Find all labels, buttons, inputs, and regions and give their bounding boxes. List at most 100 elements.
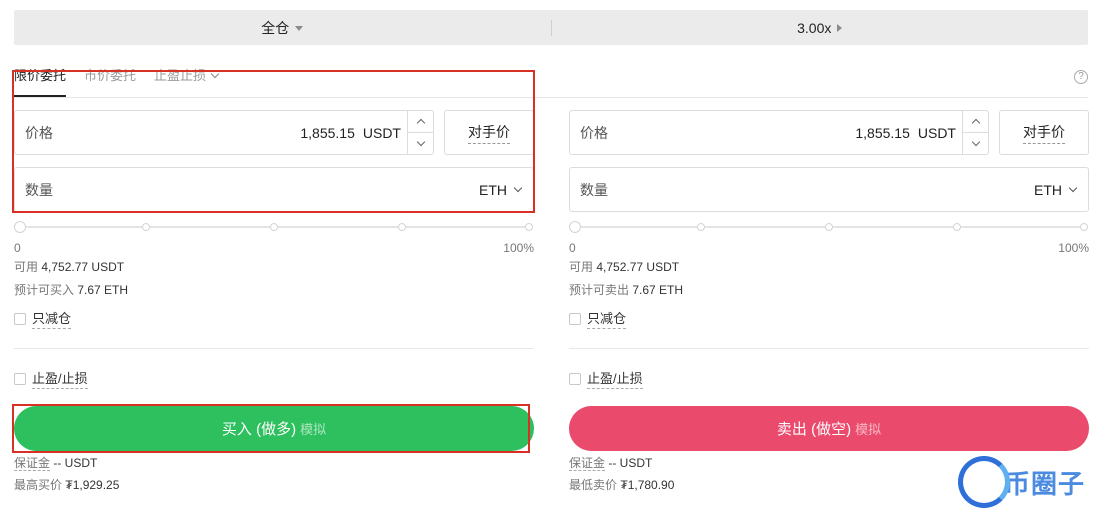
tp-sl-label: 止盈/止损 <box>587 368 643 389</box>
margin-leverage-bar: 全仓 3.00x <box>14 10 1088 45</box>
quantity-unit: ETH <box>479 181 507 198</box>
margin-info: 保证金 -- USDT <box>14 455 534 471</box>
increment-button[interactable] <box>408 111 433 132</box>
price-row: 价格 1,855.15 USDT 对手价 <box>14 110 534 155</box>
caret-right-icon <box>837 23 843 32</box>
available-value: 4,752.77 USDT <box>596 260 680 274</box>
tp-sl-label: 止盈/止损 <box>32 368 88 389</box>
max-buy-value: ₮1,929.25 <box>65 478 120 492</box>
available-label: 可用 <box>569 260 594 274</box>
buy-panel: 价格 1,855.15 USDT 对手价 数量 ETH 0 100% 可用 4,… <box>14 110 534 493</box>
estimated-label: 预计可卖出 <box>569 283 630 297</box>
slider-mark-100[interactable] <box>1080 223 1088 231</box>
price-stepper <box>962 111 988 154</box>
quantity-unit: ETH <box>1034 181 1062 198</box>
margin-value: -- USDT <box>608 456 653 470</box>
min-sell-value: ₮1,780.90 <box>620 478 675 492</box>
price-unit: USDT <box>917 124 956 141</box>
sell-short-button[interactable]: 卖出 (做空) 模拟 <box>569 406 1089 451</box>
tp-sl-option[interactable]: 止盈/止损 <box>14 368 534 389</box>
slider-max-label: 100% <box>1058 241 1089 255</box>
reduce-only-checkbox[interactable] <box>569 312 581 325</box>
leverage-selector[interactable]: 3.00x <box>552 20 1089 36</box>
simulated-tag: 模拟 <box>855 422 882 437</box>
chevron-down-icon <box>1068 183 1078 193</box>
reduce-only-option[interactable]: 只减仓 <box>14 308 534 329</box>
leverage-label: 3.00x <box>797 19 832 36</box>
estimated-label: 预计可买入 <box>14 283 75 297</box>
watermark-logo: 币圈子 <box>958 452 1108 512</box>
slider-min-label: 0 <box>14 241 21 255</box>
tab-tp-sl[interactable]: 止盈止损 <box>154 66 220 97</box>
quantity-label: 数量 <box>25 181 53 198</box>
simulated-tag: 模拟 <box>300 422 327 437</box>
available-balance: 可用 4,752.77 USDT <box>569 259 1089 275</box>
max-buy-price: 最高买价 ₮1,929.25 <box>14 477 534 493</box>
estimated-value: 7.67 ETH <box>632 283 684 297</box>
slider-mark-50[interactable] <box>825 223 833 231</box>
available-value: 4,752.77 USDT <box>41 260 125 274</box>
estimated-amount: 预计可买入 7.67 ETH <box>14 282 534 298</box>
chevron-down-icon <box>971 137 980 147</box>
decrement-button[interactable] <box>408 132 433 154</box>
tab-label: 市价委托 <box>84 68 137 83</box>
quantity-unit-selector[interactable]: ETH <box>479 181 523 198</box>
price-label: 价格 <box>580 124 608 141</box>
tab-limit-order[interactable]: 限价委托 <box>14 66 67 97</box>
divider <box>569 348 1089 349</box>
watermark-emblem-icon <box>958 456 1010 508</box>
reduce-only-checkbox[interactable] <box>14 312 26 325</box>
watermark-text: 币圈子 <box>1004 468 1086 499</box>
available-balance: 可用 4,752.77 USDT <box>14 259 534 275</box>
sell-panel: 价格 1,855.15 USDT 对手价 数量 ETH 0 100% 可用 4,… <box>569 110 1089 493</box>
buy-button-label: 买入 (做多) <box>221 421 297 438</box>
sell-button-label: 卖出 (做空) <box>776 421 852 438</box>
slider-labels: 0 100% <box>14 241 534 255</box>
tab-market-order[interactable]: 市价委托 <box>84 66 136 97</box>
price-input[interactable]: 价格 1,855.15 USDT <box>569 110 989 155</box>
increment-button[interactable] <box>963 111 988 132</box>
chevron-down-icon <box>513 183 523 193</box>
price-unit: USDT <box>362 124 401 141</box>
counter-price-button[interactable]: 对手价 <box>999 110 1089 155</box>
divider <box>14 348 534 349</box>
chevron-down-icon <box>210 69 220 79</box>
amount-slider[interactable] <box>569 221 1089 233</box>
estimated-value: 7.67 ETH <box>77 283 129 297</box>
price-row: 价格 1,855.15 USDT 对手价 <box>569 110 1089 155</box>
tp-sl-option[interactable]: 止盈/止损 <box>569 368 1089 389</box>
estimated-amount: 预计可卖出 7.67 ETH <box>569 282 1089 298</box>
margin-mode-selector[interactable]: 全仓 <box>14 18 551 38</box>
tp-sl-checkbox[interactable] <box>569 372 581 385</box>
reduce-only-label: 只减仓 <box>32 308 72 329</box>
slider-mark-75[interactable] <box>398 223 406 231</box>
tp-sl-checkbox[interactable] <box>14 372 26 385</box>
chevron-down-icon <box>416 137 425 147</box>
price-value[interactable]: 1,855.15 <box>855 125 910 141</box>
quantity-unit-selector[interactable]: ETH <box>1034 181 1078 198</box>
slider-mark-100[interactable] <box>525 223 533 231</box>
amount-slider[interactable] <box>14 221 534 233</box>
reduce-only-option[interactable]: 只减仓 <box>569 308 1089 329</box>
slider-mark-25[interactable] <box>697 223 705 231</box>
help-icon[interactable]: ? <box>1074 70 1088 84</box>
slider-mark-75[interactable] <box>953 223 961 231</box>
slider-handle[interactable] <box>14 221 26 233</box>
slider-mark-25[interactable] <box>142 223 150 231</box>
reduce-only-label: 只减仓 <box>587 308 627 329</box>
decrement-button[interactable] <box>963 132 988 154</box>
slider-mark-50[interactable] <box>270 223 278 231</box>
price-value[interactable]: 1,855.15 <box>300 125 355 141</box>
counter-price-button[interactable]: 对手价 <box>444 110 534 155</box>
margin-label: 保证金 <box>14 456 51 471</box>
order-type-tabs: 限价委托 市价委托 止盈止损 ? <box>14 66 1088 98</box>
buy-long-button[interactable]: 买入 (做多) 模拟 <box>14 406 534 451</box>
slider-handle[interactable] <box>569 221 581 233</box>
available-label: 可用 <box>14 260 39 274</box>
price-input[interactable]: 价格 1,855.15 USDT <box>14 110 434 155</box>
counter-price-label: 对手价 <box>1023 122 1065 144</box>
chevron-up-icon <box>416 118 425 128</box>
margin-value: -- USDT <box>53 456 98 470</box>
quantity-input[interactable]: 数量 ETH <box>14 167 534 212</box>
quantity-input[interactable]: 数量 ETH <box>569 167 1089 212</box>
